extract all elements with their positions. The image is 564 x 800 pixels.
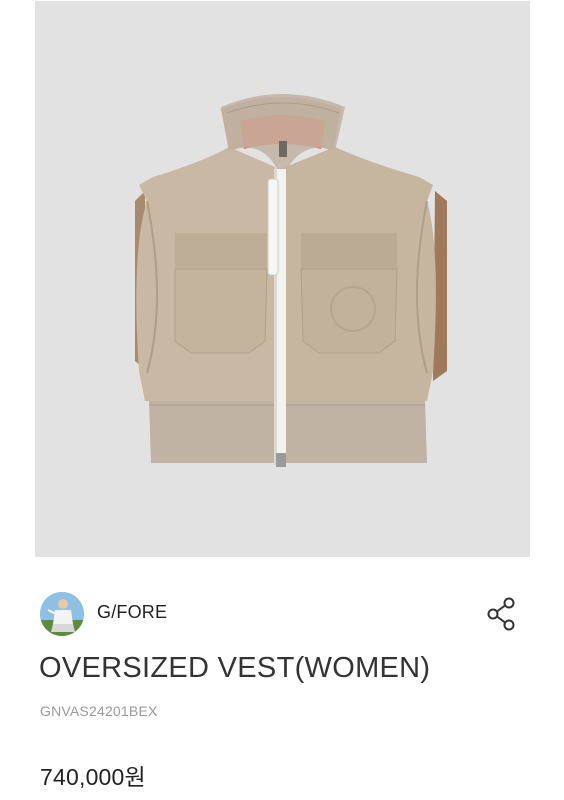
brand-row: G/FORE [40,592,524,638]
product-image[interactable] [35,1,530,557]
vest-illustration [135,94,447,467]
share-button[interactable] [486,596,518,632]
avatar-image [40,592,84,636]
share-icon [487,597,515,631]
brand-name[interactable]: G/FORE [97,602,167,623]
product-title: OVERSIZED VEST(WOMEN) [39,652,431,684]
product-detail-page: G/FORE OVERSIZED VEST(WOMEN) GNVAS24201B… [0,0,564,800]
product-price: 740,000원 [40,764,146,790]
brand-avatar[interactable] [40,592,84,636]
product-code: GNVAS24201BEX [40,703,158,719]
